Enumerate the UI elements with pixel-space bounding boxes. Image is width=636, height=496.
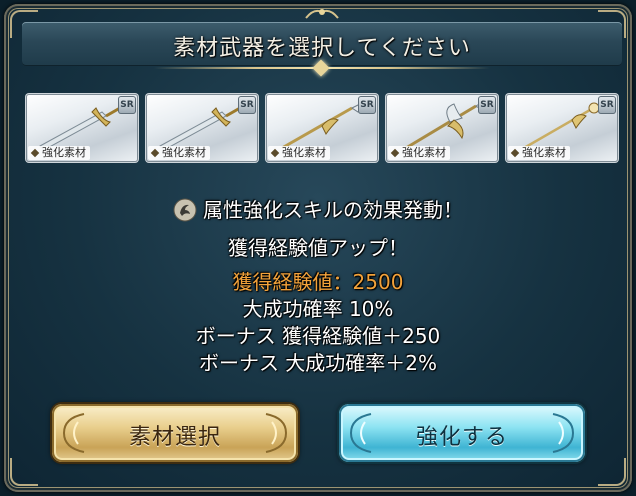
material-tag-label: 強化素材 bbox=[402, 146, 446, 159]
material-card[interactable]: SR 強化素材 bbox=[146, 94, 258, 162]
rarity-badge: SR bbox=[238, 96, 256, 114]
great-success-rate: 大成功確率 10% bbox=[242, 297, 394, 321]
tag-diamond-icon bbox=[30, 148, 40, 158]
material-tag-label: 強化素材 bbox=[282, 146, 326, 159]
tag-diamond-icon bbox=[150, 148, 160, 158]
skill-activation-message: 属性強化スキルの効果発動！ bbox=[4, 194, 632, 223]
frame-corner-ornament bbox=[10, 458, 38, 486]
rarity-badge: SR bbox=[118, 96, 136, 114]
crest-ornament-icon bbox=[305, 9, 339, 19]
title-bar: 素材武器を選択してください bbox=[22, 22, 622, 66]
material-weapon-list: SR 強化素材 SR 強化素材 SR 強化素材 SR 強化素材 SR 強化素材 bbox=[26, 94, 622, 166]
material-tag: 強化素材 bbox=[268, 146, 330, 160]
tag-diamond-icon bbox=[390, 148, 400, 158]
material-tag: 強化素材 bbox=[388, 146, 450, 160]
frame-corner-ornament bbox=[598, 458, 626, 486]
material-card[interactable]: SR 強化素材 bbox=[26, 94, 138, 162]
material-tag-label: 強化素材 bbox=[522, 146, 566, 159]
material-tag-label: 強化素材 bbox=[42, 146, 86, 159]
tag-diamond-icon bbox=[510, 148, 520, 158]
gained-exp: 獲得経験値：2500 bbox=[232, 270, 404, 294]
exp-up-message: 獲得経験値アップ！ bbox=[228, 236, 408, 260]
select-material-label: 素材選択 bbox=[128, 425, 221, 450]
material-tag: 強化素材 bbox=[28, 146, 90, 160]
enhance-label: 強化する bbox=[415, 425, 508, 450]
enhance-dialog: 素材武器を選択してください SR 強化素材 SR 強化素材 SR 強化素材 SR… bbox=[4, 4, 632, 492]
material-tag: 強化素材 bbox=[508, 146, 570, 160]
rarity-badge: SR bbox=[358, 96, 376, 114]
bonus-success-rate: ボーナス 大成功確率＋2% bbox=[198, 351, 438, 375]
material-card[interactable]: SR 強化素材 bbox=[386, 94, 498, 162]
rarity-badge: SR bbox=[598, 96, 616, 114]
select-material-button[interactable]: 素材選択 bbox=[52, 404, 298, 462]
skill-activation-text: 属性強化スキルの効果発動！ bbox=[203, 198, 463, 222]
bonus-exp: ボーナス 獲得経験値＋250 bbox=[195, 324, 441, 348]
material-tag: 強化素材 bbox=[148, 146, 210, 160]
tag-diamond-icon bbox=[270, 148, 280, 158]
material-card[interactable]: SR 強化素材 bbox=[266, 94, 378, 162]
enhance-button[interactable]: 強化する bbox=[339, 404, 585, 462]
material-card[interactable]: SR 強化素材 bbox=[506, 94, 618, 162]
dialog-title: 素材武器を選択してください bbox=[173, 36, 471, 61]
material-tag-label: 強化素材 bbox=[162, 146, 206, 159]
rarity-badge: SR bbox=[478, 96, 496, 114]
element-skill-icon bbox=[173, 198, 197, 222]
